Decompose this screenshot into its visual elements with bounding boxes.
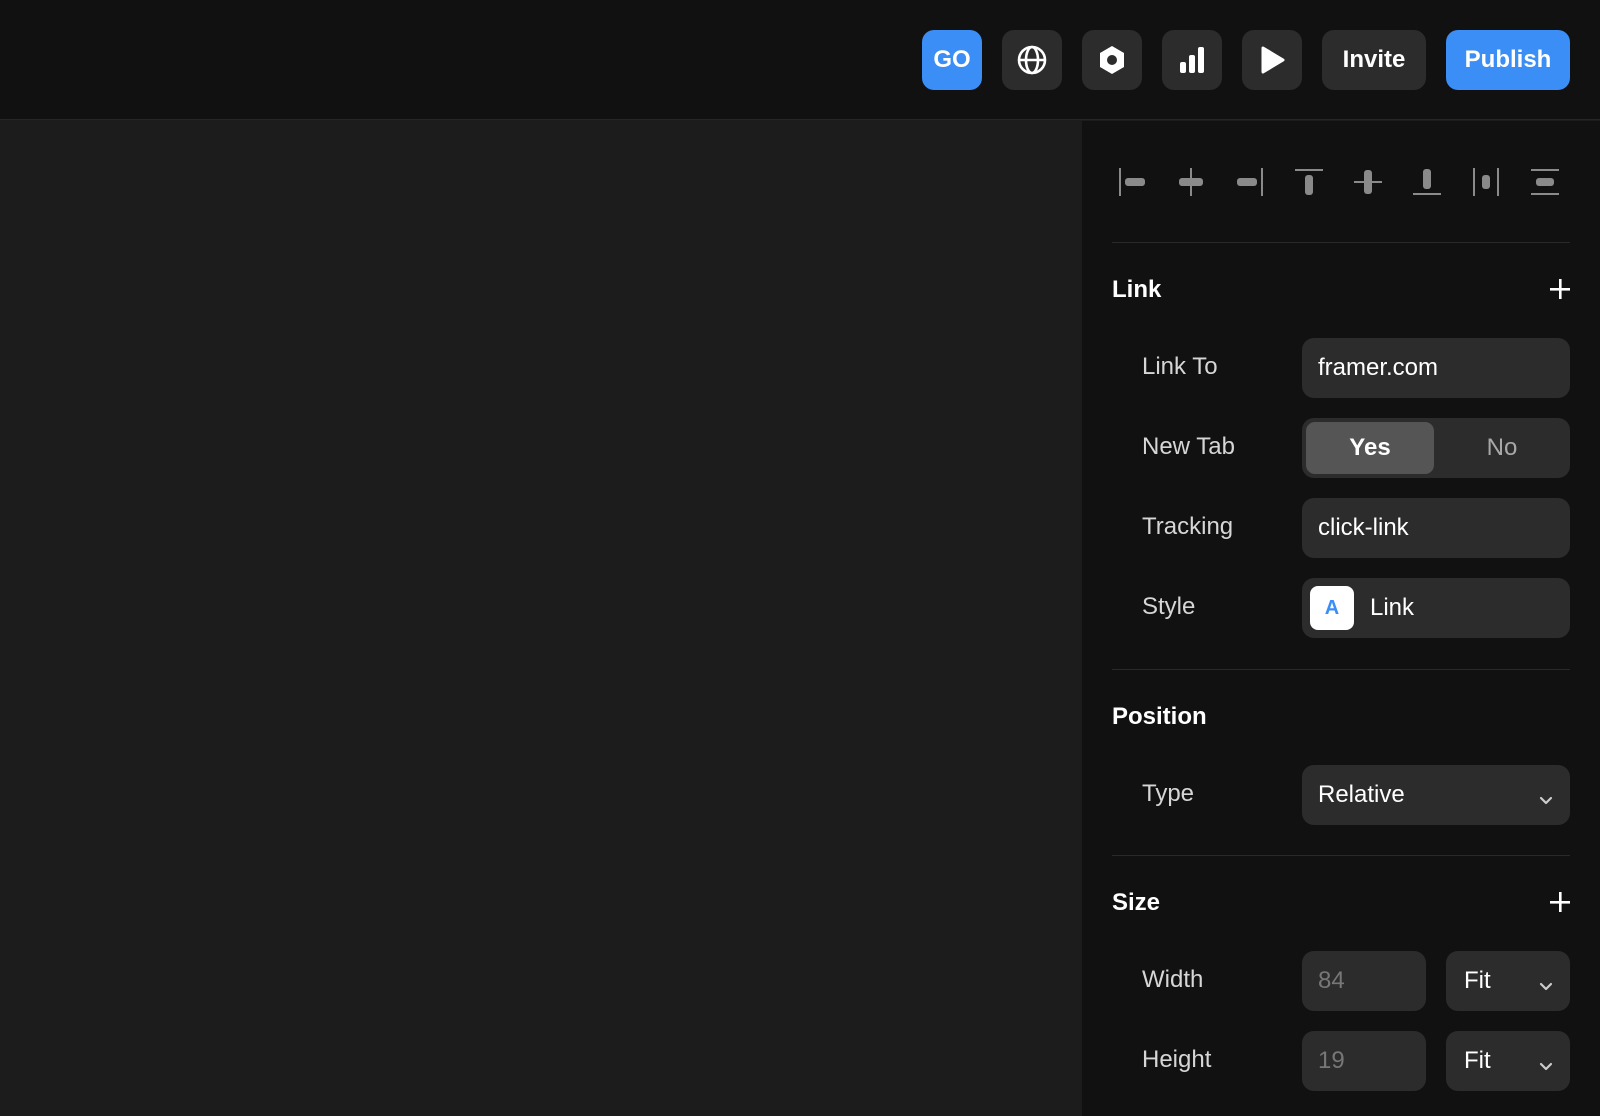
analytics-button[interactable] bbox=[1162, 30, 1222, 90]
height-input[interactable]: 19 bbox=[1302, 1031, 1426, 1091]
top-toolbar: GO Invite Publish bbox=[0, 0, 1600, 120]
bar-chart-icon bbox=[1177, 45, 1207, 75]
style-label: Style bbox=[1142, 593, 1196, 620]
height-mode-select[interactable]: Fit bbox=[1446, 1031, 1570, 1091]
divider bbox=[1112, 242, 1570, 243]
hexagon-icon bbox=[1096, 44, 1128, 76]
width-value: 84 bbox=[1318, 967, 1345, 994]
tracking-label: Tracking bbox=[1142, 513, 1234, 540]
align-bottom-icon[interactable] bbox=[1407, 157, 1447, 207]
width-mode-select[interactable]: Fit bbox=[1446, 951, 1570, 1011]
properties-panel: Link Link To framer.com New Tab Yes No T… bbox=[1082, 121, 1600, 1116]
link-section-title: Link bbox=[1112, 276, 1162, 303]
style-value: Link bbox=[1370, 594, 1415, 621]
chevron-down-icon bbox=[1538, 973, 1554, 1001]
text-style-icon: A bbox=[1310, 586, 1354, 630]
position-section-title: Position bbox=[1112, 703, 1207, 730]
distribute-horizontal-icon[interactable] bbox=[1466, 157, 1506, 207]
height-value: 19 bbox=[1318, 1047, 1345, 1074]
preview-button[interactable] bbox=[1242, 30, 1302, 90]
publish-button[interactable]: Publish bbox=[1446, 30, 1570, 90]
style-picker[interactable]: A Link bbox=[1302, 578, 1570, 638]
position-type-value: Relative bbox=[1318, 781, 1405, 808]
new-tab-label: New Tab bbox=[1142, 433, 1235, 460]
chevron-down-icon bbox=[1538, 787, 1554, 815]
tracking-input[interactable]: click-link bbox=[1302, 498, 1570, 558]
canvas[interactable] bbox=[0, 121, 1082, 1116]
new-tab-no-option[interactable]: No bbox=[1438, 422, 1566, 474]
width-input[interactable]: 84 bbox=[1302, 951, 1426, 1011]
chevron-down-icon bbox=[1538, 1053, 1554, 1081]
position-type-select[interactable]: Relative bbox=[1302, 765, 1570, 825]
type-label: Type bbox=[1142, 780, 1195, 807]
play-icon bbox=[1258, 45, 1286, 75]
distribute-vertical-icon[interactable] bbox=[1525, 157, 1565, 207]
width-mode-value: Fit bbox=[1464, 967, 1491, 994]
link-to-value: framer.com bbox=[1318, 354, 1439, 381]
new-tab-yes-option[interactable]: Yes bbox=[1306, 422, 1434, 474]
divider bbox=[1112, 855, 1570, 856]
link-to-label: Link To bbox=[1142, 353, 1218, 380]
divider bbox=[1112, 669, 1570, 670]
tracking-value: click-link bbox=[1318, 514, 1409, 541]
width-label: Width bbox=[1142, 966, 1204, 993]
add-size-icon[interactable] bbox=[1546, 888, 1574, 916]
size-section-title: Size bbox=[1112, 889, 1161, 916]
go-button[interactable]: GO bbox=[922, 30, 982, 90]
components-button[interactable] bbox=[1082, 30, 1142, 90]
align-right-icon[interactable] bbox=[1230, 157, 1270, 207]
alignment-toolbar bbox=[1112, 157, 1570, 207]
align-center-h-icon[interactable] bbox=[1171, 157, 1211, 207]
add-link-icon[interactable] bbox=[1546, 275, 1574, 303]
invite-button[interactable]: Invite bbox=[1322, 30, 1426, 90]
globe-icon bbox=[1016, 44, 1048, 76]
align-top-icon[interactable] bbox=[1289, 157, 1329, 207]
new-tab-toggle: Yes No bbox=[1302, 418, 1570, 478]
globe-button[interactable] bbox=[1002, 30, 1062, 90]
align-center-v-icon[interactable] bbox=[1348, 157, 1388, 207]
align-left-icon[interactable] bbox=[1112, 157, 1152, 207]
height-mode-value: Fit bbox=[1464, 1047, 1491, 1074]
height-label: Height bbox=[1142, 1046, 1212, 1073]
link-to-input[interactable]: framer.com bbox=[1302, 338, 1570, 398]
